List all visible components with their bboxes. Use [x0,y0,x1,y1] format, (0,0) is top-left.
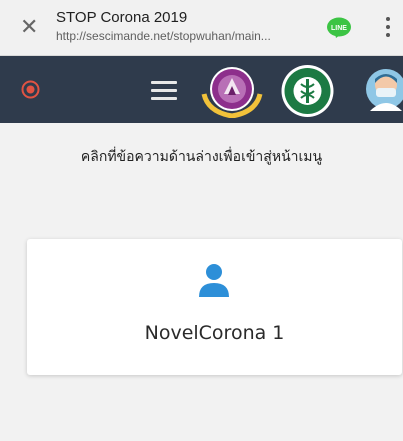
page-title: STOP Corona 2019 [56,9,188,26]
close-icon[interactable]: ✕ [20,17,40,39]
line-badge-label: LINE [331,25,347,32]
instruction-text: คลิกที่ข้อความด้านล่างเพื่อเข้าสู่หน้าเม… [80,149,323,165]
hamburger-menu-icon[interactable] [151,81,177,101]
doctor-avatar-icon[interactable] [366,67,403,111]
organization-seal-logo [200,64,264,119]
page-url[interactable]: http://sescimande.net/stopwuhan/main... [56,29,316,43]
user-icon [198,263,230,297]
line-icon[interactable]: LINE [327,17,351,39]
ministry-of-public-health-logo [279,64,336,118]
kebab-menu-icon[interactable] [385,17,391,39]
menu-card-label: NovelCorona 1 [144,322,285,344]
record-icon[interactable] [21,80,40,99]
app-navbar [0,56,403,123]
menu-card[interactable]: NovelCorona 1 [27,239,402,375]
browser-toolbar: ✕ STOP Corona 2019 http://sescimande.net… [0,0,403,56]
